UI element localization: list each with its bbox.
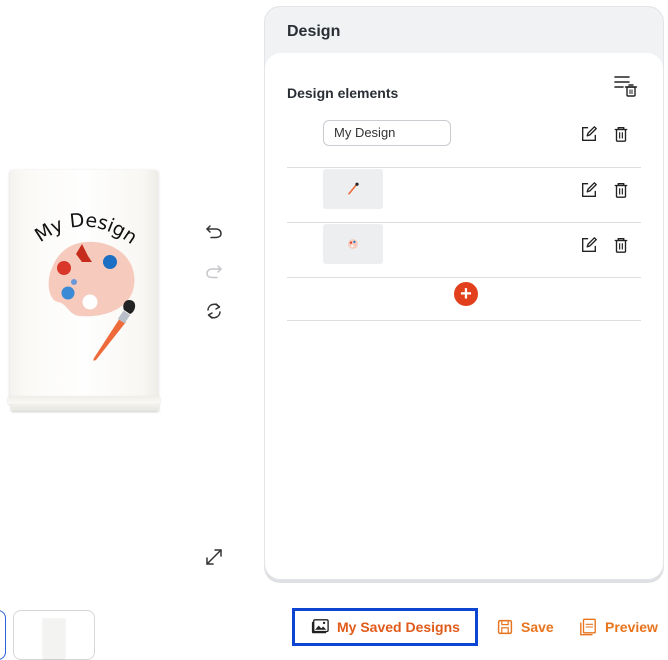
section-title: Design elements (287, 85, 399, 101)
plus-icon: + (460, 283, 472, 305)
undo-button[interactable] (202, 219, 226, 243)
design-panel: Design Design elements My Design + (264, 6, 664, 580)
paintbrush-icon (348, 182, 359, 195)
towel-fold (8, 396, 160, 404)
edit-icon (582, 237, 597, 252)
divider (287, 320, 641, 321)
edit-icon (582, 126, 597, 141)
edit-button[interactable] (579, 124, 599, 144)
delete-button[interactable] (611, 180, 631, 200)
list-delete-icon (614, 76, 638, 97)
save-icon (497, 619, 513, 635)
design-element-row[interactable] (287, 222, 641, 278)
expand-icon (206, 549, 222, 565)
image-folder-icon (311, 619, 329, 634)
save-label: Save (521, 619, 554, 635)
towel-fold (11, 404, 159, 411)
my-saved-designs-button[interactable]: My Saved Designs (292, 608, 478, 646)
edit-button[interactable] (579, 180, 599, 200)
trash-icon (614, 127, 628, 142)
delete-button[interactable] (611, 124, 631, 144)
clear-all-button[interactable] (613, 73, 639, 99)
rotate-button[interactable] (202, 299, 226, 323)
preview-button[interactable]: Preview (579, 608, 658, 646)
panel-title: Design (287, 23, 341, 40)
design-element-row[interactable]: My Design (287, 112, 641, 168)
towel-thumbnail (43, 619, 65, 659)
edit-icon (582, 182, 597, 197)
product-preview[interactable]: My Design (8, 168, 160, 414)
redo-button[interactable] (202, 259, 226, 283)
palette-icon (348, 239, 358, 249)
text-element-value[interactable]: My Design (323, 120, 451, 146)
undo-icon (206, 225, 222, 239)
element-thumbnail[interactable] (323, 224, 383, 264)
edit-button[interactable] (579, 235, 599, 255)
design-artwork[interactable]: My Design (16, 190, 152, 370)
design-element-row[interactable] (287, 167, 641, 223)
save-button[interactable]: Save (497, 608, 554, 646)
add-element-button[interactable]: + (454, 282, 478, 306)
my-saved-designs-label: My Saved Designs (337, 619, 460, 635)
preview-label: Preview (605, 619, 658, 635)
trash-icon (614, 183, 628, 198)
expand-button[interactable] (202, 545, 226, 569)
pdf-icon (580, 618, 596, 636)
redo-icon (206, 265, 222, 279)
design-elements-card: Design elements My Design + (265, 53, 663, 579)
trash-icon (614, 238, 628, 253)
element-thumbnail[interactable] (323, 169, 383, 209)
delete-button[interactable] (611, 235, 631, 255)
rotate-icon (207, 303, 221, 319)
